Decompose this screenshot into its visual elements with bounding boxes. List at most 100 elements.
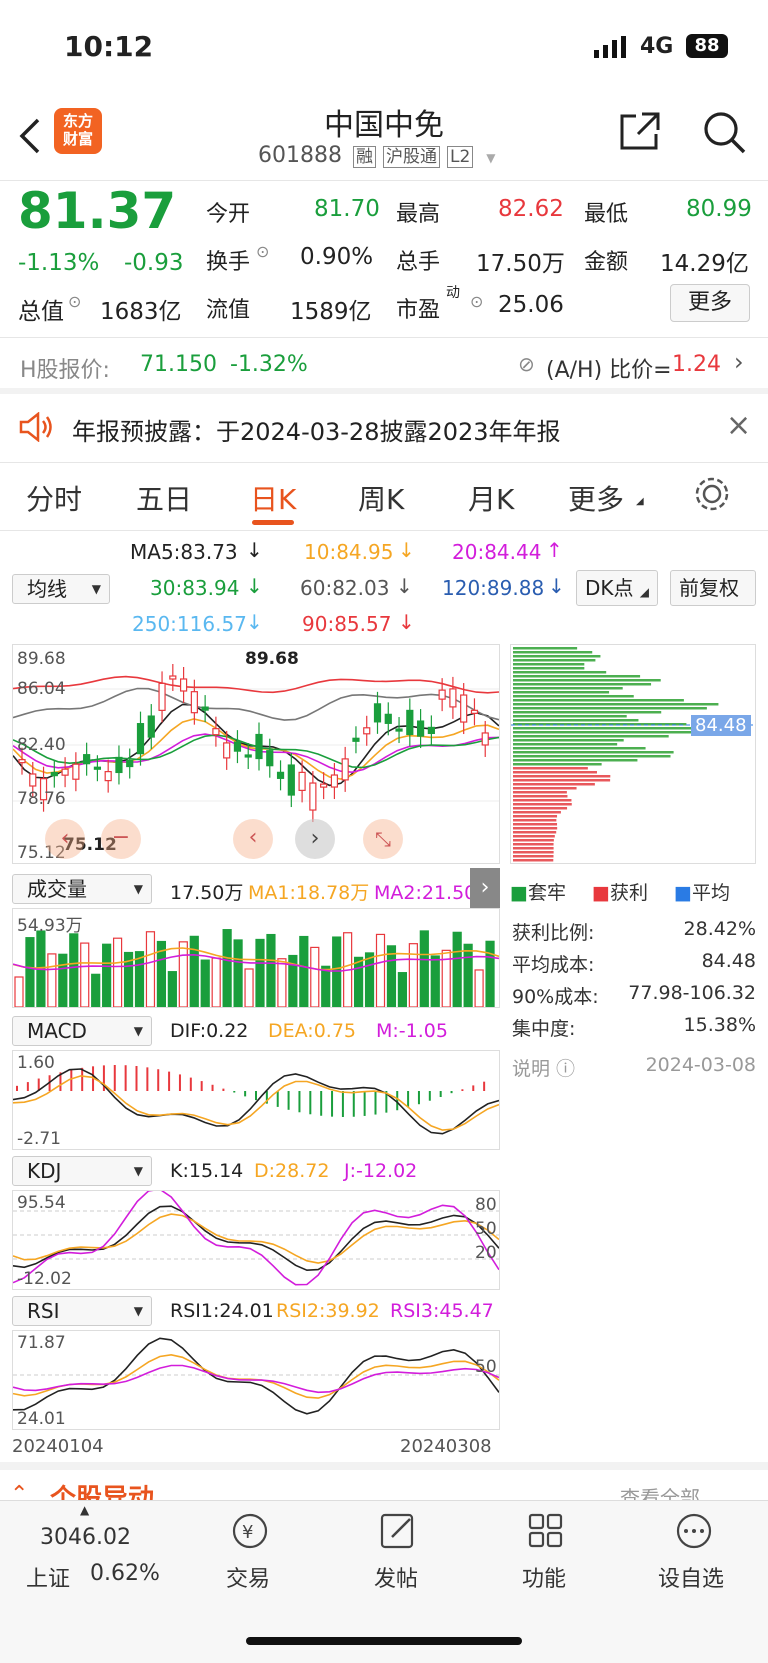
indicator-select[interactable]: 均线 ▼	[12, 574, 110, 604]
restore-button[interactable]: 前复权	[670, 570, 756, 606]
float-label: 流值	[206, 298, 251, 323]
tab-intraday[interactable]: 分时	[26, 478, 82, 518]
svg-text:¥: ¥	[242, 1522, 253, 1543]
watchlist-label[interactable]: 设自选	[658, 1561, 724, 1593]
index-value[interactable]: 3046.02	[40, 1525, 131, 1550]
chip-bar	[513, 787, 577, 790]
candle-body	[18, 759, 26, 764]
dk-point-button[interactable]: DK点 ◢	[576, 570, 658, 606]
pe-value: 25.06	[498, 292, 564, 318]
tab-daily-k[interactable]: 日K	[250, 478, 296, 518]
kdj-select[interactable]: KDJ ▼	[12, 1156, 152, 1186]
index-name[interactable]: 上证	[26, 1561, 70, 1593]
quote-panel: 81.37 -1.13% -0.93 总值 ⊙ 1683亿 今开 81.70 换…	[0, 182, 768, 336]
chip-row-value: 15.38%	[683, 1014, 756, 1036]
candle-body	[169, 675, 177, 680]
hshare-row[interactable]: H股报价: 71.150 -1.32% ⊘ (A/H) 比价= 1.24 ›	[0, 338, 768, 388]
chevron-right-icon[interactable]: ›	[734, 348, 744, 376]
chart-forward-button[interactable]: ›	[295, 819, 335, 859]
chevron-up-icon[interactable]: ⌃	[10, 1482, 28, 1500]
k-line	[12, 1205, 500, 1272]
kdj-y-min: -12.02	[17, 1269, 72, 1289]
j-line	[12, 1188, 500, 1286]
volume-select[interactable]: 成交量 ▼	[12, 874, 152, 904]
candle-body	[126, 759, 134, 768]
volume-bar	[485, 940, 495, 1008]
hshare-label: H股报价:	[20, 358, 110, 383]
candle-body	[233, 741, 242, 752]
expand-icon[interactable]: ⤡	[363, 819, 403, 859]
pe-sup: 动	[446, 285, 460, 301]
chip-bar	[513, 859, 554, 862]
search-icon[interactable]	[702, 110, 746, 158]
change-pct: -1.13%	[18, 250, 100, 276]
trade-label[interactable]: 交易	[226, 1561, 270, 1593]
chip-bar	[513, 763, 602, 766]
watchlist-icon[interactable]	[674, 1511, 714, 1557]
trade-icon[interactable]: ¥	[230, 1511, 270, 1557]
post-label[interactable]: 发帖	[374, 1561, 418, 1593]
info-icon[interactable]: ⓘ	[556, 1058, 575, 1080]
chip-bar	[513, 703, 719, 706]
chip-note-label[interactable]: 说明	[512, 1058, 550, 1080]
volume-bar	[430, 955, 440, 1008]
legend-locked-icon: ■	[510, 882, 528, 904]
chip-row-label: 90%成本:	[512, 986, 599, 1008]
arrow-down-icon: ↓	[398, 610, 415, 634]
chip-bar	[513, 759, 638, 762]
functions-icon[interactable]	[526, 1511, 566, 1557]
share-icon[interactable]	[618, 110, 662, 156]
volume-bar	[47, 953, 57, 1008]
chip-distribution[interactable]: 84.48	[510, 644, 756, 864]
info-icon[interactable]: ⊙	[470, 292, 483, 311]
chip-bar	[513, 811, 561, 814]
chip-row-label: 平均成本:	[512, 954, 595, 976]
amount-value: 14.29亿	[660, 251, 749, 277]
more-button[interactable]: 更多	[670, 284, 750, 322]
info-icon[interactable]: ⊙	[256, 242, 269, 261]
help-icon[interactable]: ⊘	[518, 352, 535, 376]
volume-bar	[474, 969, 484, 1008]
index-change[interactable]: 0.62%	[90, 1561, 160, 1586]
float-value: 1589亿	[290, 299, 372, 325]
chip-bar	[513, 743, 618, 746]
dropdown-icon[interactable]: ▼	[486, 151, 495, 165]
volume-bar	[310, 946, 320, 1008]
caret-icon: ◢	[636, 496, 644, 507]
tab-fiveday[interactable]: 五日	[136, 478, 192, 518]
volume-bar	[145, 931, 156, 1008]
tag-level2: L2	[446, 146, 474, 168]
candle-body	[72, 763, 80, 780]
close-icon[interactable]: ×	[726, 408, 751, 443]
kline-chart[interactable]: 89.68 86.04 82.40 78.76 75.12 89.68 75.1…	[12, 644, 500, 864]
rsi-select[interactable]: RSI ▼	[12, 1296, 152, 1326]
candle-body	[276, 771, 285, 779]
tab-weekly-k[interactable]: 周K	[358, 478, 404, 518]
ma250-value: 250:116.57	[132, 612, 247, 636]
candle-body	[341, 758, 349, 781]
section-more-link[interactable]: 查看全部	[620, 1482, 700, 1500]
indicator-select-value: 均线	[27, 577, 67, 601]
tab-monthly-k[interactable]: 月K	[468, 478, 514, 518]
chart-zoom-in-button[interactable]: ‹	[233, 819, 273, 859]
chip-bar	[513, 799, 572, 802]
functions-label[interactable]: 功能	[522, 1561, 566, 1593]
settings-icon[interactable]	[694, 476, 730, 519]
rsi2-line	[12, 1353, 500, 1399]
post-icon[interactable]	[378, 1511, 418, 1557]
collapse-panel-button[interactable]: ›	[470, 868, 500, 908]
volume-select-value: 成交量	[27, 877, 87, 901]
volume-bar	[364, 952, 375, 1008]
chip-legend: ■套牢 ■获利 ■平均	[510, 878, 730, 905]
notice-bar[interactable]: 年报预披露：于2024-03-28披露2023年年报 ×	[0, 394, 768, 460]
restore-label: 前复权	[679, 576, 739, 600]
info-icon[interactable]: ⊙	[68, 292, 81, 311]
chip-row-label: 获利比例:	[512, 922, 595, 944]
legend-avg: 平均	[691, 882, 730, 904]
rsi-y-max: 71.87	[17, 1333, 66, 1353]
macd-select[interactable]: MACD ▼	[12, 1016, 152, 1046]
chart-back-button[interactable]: ‹	[45, 819, 85, 859]
tab-more[interactable]: 更多	[568, 478, 624, 518]
chart-zoom-out-button[interactable]: −	[101, 819, 141, 859]
kdj-j: J:-12.02	[344, 1160, 418, 1182]
